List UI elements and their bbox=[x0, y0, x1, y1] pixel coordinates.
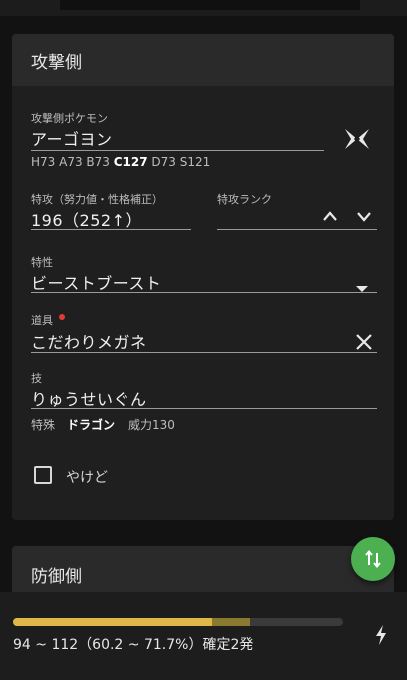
spatk-input[interactable]: 196（252↑） bbox=[31, 207, 142, 231]
ability-underline bbox=[31, 292, 377, 293]
attacker-pokemon-underline bbox=[31, 150, 324, 151]
burn-checkbox[interactable] bbox=[34, 466, 52, 484]
lightning-bolt-icon[interactable] bbox=[373, 624, 389, 646]
damage-result-text: 94 ~ 112（60.2 ~ 71.7%）確定2発 bbox=[13, 637, 254, 653]
attacker-title: 攻撃側 bbox=[31, 53, 82, 73]
burn-label: やけど bbox=[66, 470, 108, 486]
move-type: ドラゴン bbox=[67, 418, 116, 432]
rank-up-icon[interactable] bbox=[320, 208, 340, 224]
chevron-down-icon[interactable] bbox=[355, 278, 369, 292]
item-label: 道具 bbox=[31, 314, 53, 327]
spatk-underline bbox=[31, 229, 191, 230]
rank-down-icon[interactable] bbox=[354, 208, 374, 224]
damage-bar-min bbox=[13, 618, 212, 626]
swap-button[interactable] bbox=[351, 537, 395, 581]
item-input[interactable]: こだわりメガネ bbox=[31, 329, 147, 353]
move-power: 威力130 bbox=[128, 418, 175, 432]
damage-bar-range bbox=[211, 618, 250, 626]
move-input[interactable]: りゅうせいぐん bbox=[31, 386, 147, 410]
move-label: 技 bbox=[31, 372, 42, 385]
attacker-base-stats: H73 A73 B73 C127 D73 S121 bbox=[31, 155, 211, 169]
ultra-beast-icon bbox=[342, 126, 372, 152]
status-bar-area bbox=[60, 0, 360, 10]
defender-title: 防御側 bbox=[31, 567, 82, 587]
item-indicator-dot bbox=[59, 314, 65, 320]
attacker-pokemon-label: 攻撃側ポケモン bbox=[31, 112, 108, 125]
spatk-rank-label: 特攻ランク bbox=[217, 193, 272, 206]
damage-bar bbox=[13, 618, 343, 626]
attacker-pokemon-input[interactable]: アーゴヨン bbox=[31, 126, 113, 150]
clear-icon[interactable] bbox=[354, 332, 374, 352]
spatk-label: 特攻（努力値・性格補正） bbox=[31, 193, 163, 206]
swap-vertical-icon bbox=[363, 549, 383, 569]
move-category: 特殊 bbox=[31, 418, 56, 432]
attacker-card: 攻撃側 攻撃側ポケモン アーゴヨン H73 A73 B73 C127 D73 S… bbox=[12, 34, 394, 520]
ability-select[interactable]: ビーストブースト bbox=[31, 270, 161, 294]
item-underline bbox=[31, 352, 377, 353]
move-underline bbox=[31, 408, 377, 409]
ability-label: 特性 bbox=[31, 256, 53, 269]
status-bar bbox=[0, 0, 407, 16]
result-bar: 94 ~ 112（60.2 ~ 71.7%）確定2発 bbox=[0, 592, 407, 680]
spatk-rank-underline bbox=[217, 229, 377, 230]
attacker-card-header: 攻撃側 bbox=[12, 34, 394, 86]
